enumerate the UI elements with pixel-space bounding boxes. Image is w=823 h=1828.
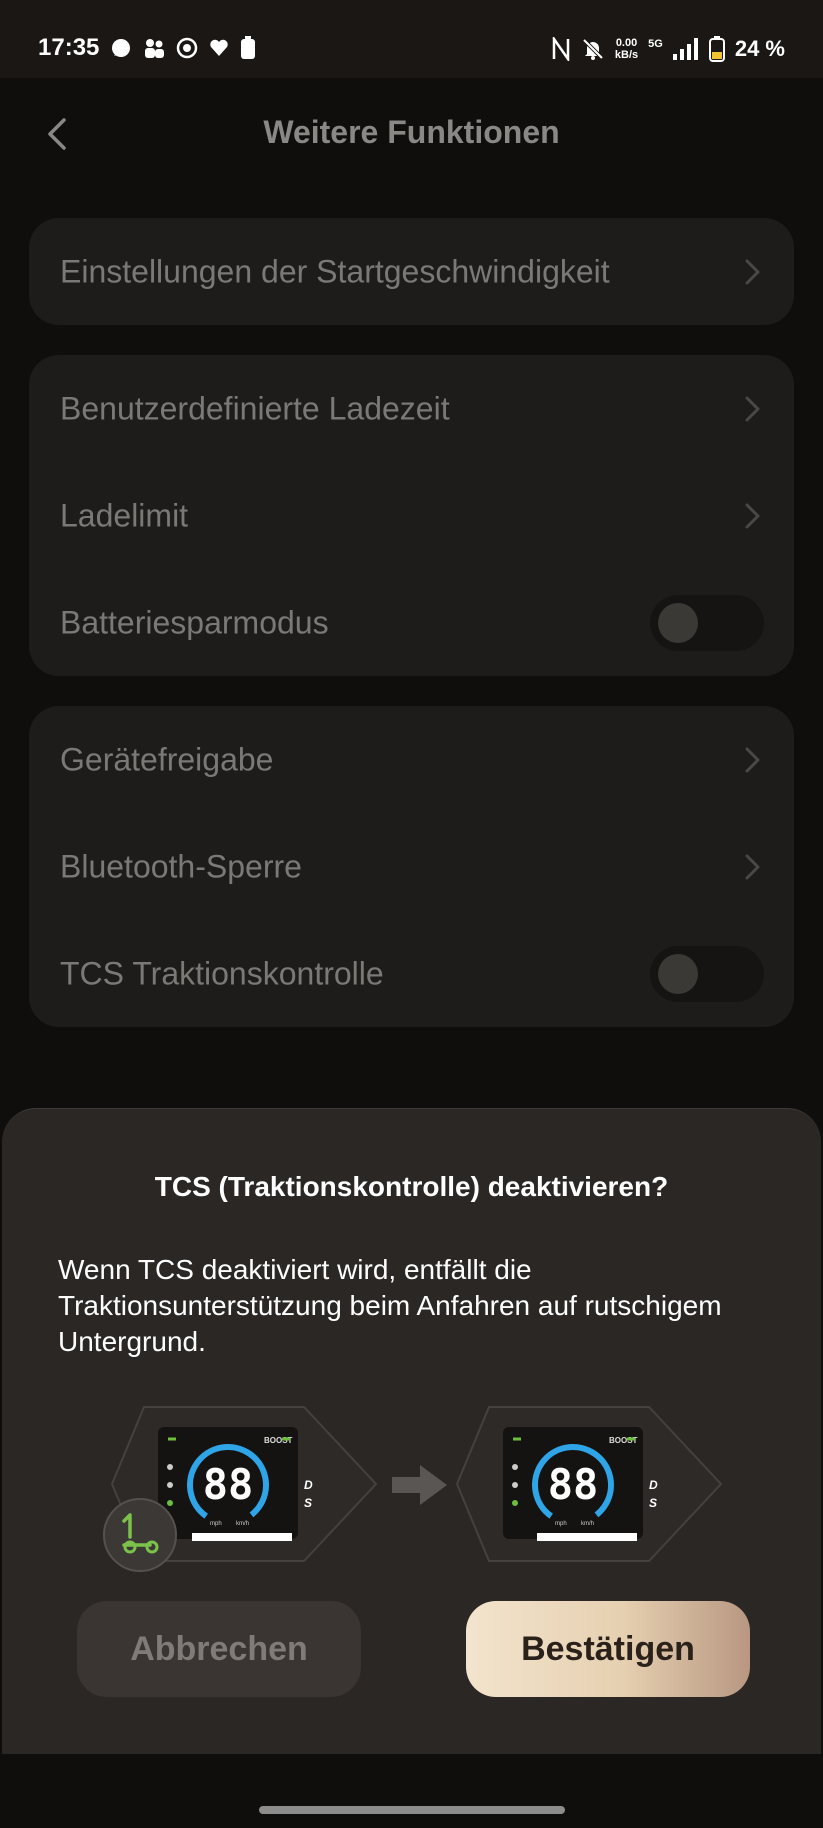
gear-d: D	[304, 1478, 313, 1492]
dialog-title: TCS (Traktionskontrolle) deaktivieren?	[154, 1171, 669, 1202]
row-label: Gerätefreigabe	[60, 741, 274, 777]
chevron-right-icon	[745, 259, 760, 284]
speed-digits: 88	[548, 1460, 599, 1509]
row-label: Bluetooth-Sperre	[60, 848, 302, 884]
net-speed-value: 0.00	[615, 37, 638, 49]
row-charging-time[interactable]: Benutzerdefinierte Ladezeit	[29, 355, 794, 462]
dialog-message: Wenn TCS deaktiviert wird, entfällt die …	[58, 1254, 722, 1357]
speed-digits: 88	[203, 1460, 254, 1509]
toggle-knob	[658, 602, 698, 643]
bell-off-icon	[582, 38, 604, 60]
gear-s: S	[649, 1496, 657, 1510]
heart-icon	[210, 39, 228, 56]
chevron-right-icon	[745, 747, 760, 772]
row-charge-limit[interactable]: Ladelimit	[29, 462, 794, 569]
nfc-icon	[552, 37, 570, 61]
row-device-sharing[interactable]: Gerätefreigabe	[29, 706, 794, 813]
row-start-speed[interactable]: Einstellungen der Startgeschwindigkeit	[29, 218, 794, 325]
cancel-button[interactable]: Abbrechen	[77, 1601, 361, 1697]
gear-d: D	[649, 1478, 658, 1492]
chevron-right-icon	[745, 854, 760, 879]
net-speed: 0.00 kB/s	[615, 37, 638, 61]
battery-percent: 24 %	[734, 36, 785, 61]
status-left-icons	[110, 36, 256, 60]
confirm-dialog: TCS (Traktionskontrolle) deaktivieren? W…	[2, 1108, 821, 1754]
row-battery-saver: Batteriesparmodus	[29, 569, 794, 676]
tcs-illustration: BOOST 88 mph km/h D S BOOST 88 mph km/h …	[103, 1406, 723, 1572]
settings-group-2: Benutzerdefinierte Ladezeit Ladelimit Ba…	[29, 355, 794, 676]
page-title: Weitere Funktionen	[263, 114, 560, 150]
display-after: BOOST 88 mph km/h D S	[455, 1406, 723, 1562]
battery-icon	[708, 36, 725, 62]
net-speed-unit: kB/s	[614, 49, 639, 61]
unit-kmh: km/h	[236, 1521, 249, 1527]
arrow-right-icon	[392, 1465, 447, 1505]
header: Weitere Funktionen	[0, 78, 823, 188]
settings-group-1: Einstellungen der Startgeschwindigkeit	[29, 218, 794, 325]
row-label: Ladelimit	[60, 497, 189, 533]
screen: 17:35 0.00 kB/s 5G 24 % Weitere Funktion…	[0, 0, 823, 1828]
confirm-button[interactable]: Bestätigen	[466, 1601, 750, 1697]
unit-mph: mph	[210, 1521, 222, 1527]
network-type: 5G	[648, 38, 663, 50]
gear-s: S	[304, 1496, 312, 1510]
settings-group-3: Gerätefreigabe Bluetooth-Sperre TCS Trak…	[29, 706, 794, 1027]
row-bluetooth-lock[interactable]: Bluetooth-Sperre	[29, 813, 794, 920]
battery-saver-toggle[interactable]	[650, 594, 764, 651]
signal-bars-icon	[672, 38, 698, 60]
row-label: Benutzerdefinierte Ladezeit	[60, 390, 450, 426]
unit-kmh: km/h	[581, 1521, 594, 1527]
row-label: TCS Traktionskontrolle	[60, 955, 384, 991]
row-traction-control: TCS Traktionskontrolle	[29, 920, 794, 1027]
unit-mph: mph	[555, 1521, 567, 1527]
traction-control-toggle[interactable]	[650, 945, 764, 1002]
status-bar: 17:35 0.00 kB/s 5G 24 %	[0, 0, 823, 78]
status-right: 0.00 kB/s 5G 24 %	[551, 36, 785, 62]
chevron-right-icon	[745, 503, 760, 528]
battery-small-icon	[241, 36, 255, 59]
home-indicator[interactable]	[259, 1806, 565, 1814]
lion-icon	[176, 37, 198, 59]
status-time: 17:35	[38, 34, 100, 61]
chat-bubble-icon	[112, 39, 130, 57]
chevron-right-icon	[745, 396, 760, 421]
tcs-scooter-icon	[103, 1498, 177, 1572]
people-icon	[145, 39, 164, 58]
row-label: Batteriesparmodus	[60, 604, 329, 640]
row-label: Einstellungen der Startgeschwindigkeit	[60, 253, 610, 289]
toggle-knob	[658, 953, 698, 994]
